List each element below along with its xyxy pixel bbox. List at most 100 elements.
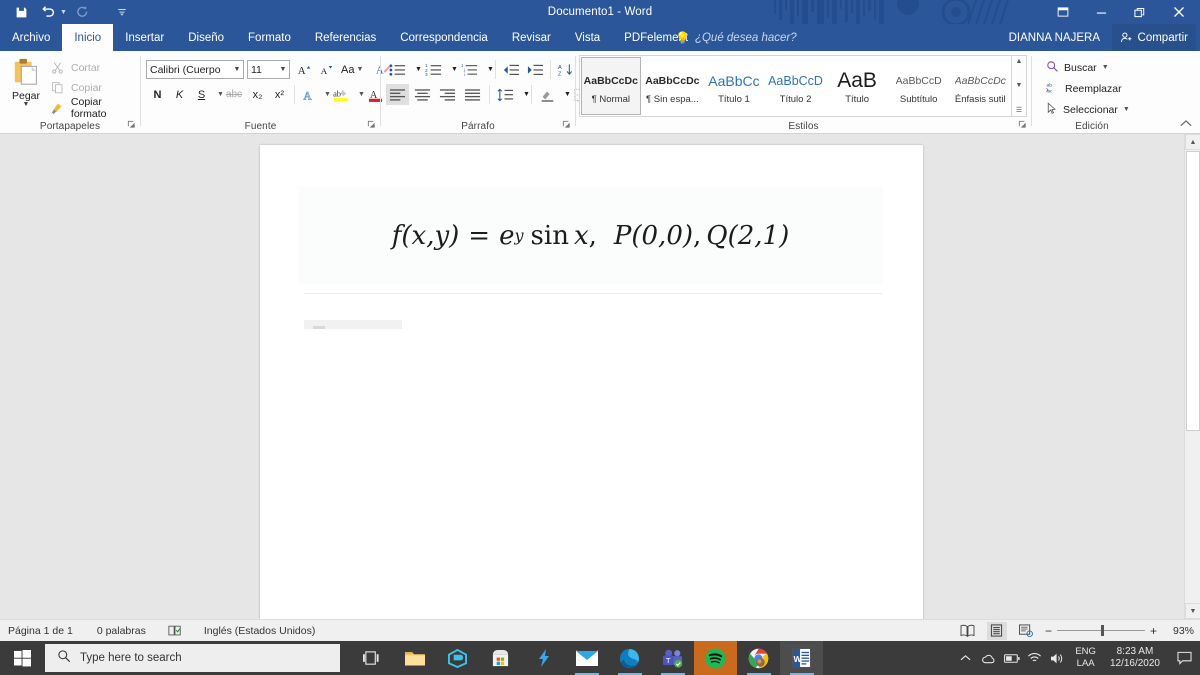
gallery-more-icon[interactable]: ☰ [1016,106,1022,114]
bullets-button[interactable] [386,59,408,80]
pasted-equation-image[interactable]: f(x,y) = ey sin x, P(0,0), Q(2,1) [298,187,883,284]
scroll-thumb[interactable] [1186,151,1200,431]
increase-indent-button[interactable] [524,59,546,80]
copy-button[interactable]: Copiar [50,79,102,96]
search-input[interactable]: Type here to search [45,644,340,672]
tab-correspondencia[interactable]: Correspondencia [388,24,500,51]
tab-diseno[interactable]: Diseño [176,24,236,51]
tab-inicio[interactable]: Inicio [62,24,114,51]
line-spacing-button[interactable] [494,84,516,105]
align-left-button[interactable] [386,84,409,105]
align-right-button[interactable] [436,84,459,105]
style-normal[interactable]: AaBbCcDc ¶ Normal [581,57,641,115]
google-chrome-icon[interactable] [737,641,780,675]
task-view-icon[interactable] [350,641,393,675]
mail-icon[interactable] [565,641,608,675]
minimize-icon[interactable] [1082,0,1120,24]
clipboard-dialog-launcher[interactable] [127,120,136,131]
underline-button[interactable]: S [191,84,212,105]
strikethrough-button[interactable]: abc [223,84,245,105]
document-canvas[interactable]: f(x,y) = ey sin x, P(0,0), Q(2,1) [0,134,1200,619]
zoom-thumb[interactable] [1100,625,1104,636]
format-painter-button[interactable]: Copiar formato [50,96,140,120]
vertical-scrollbar[interactable]: ▲ ▼ [1184,134,1200,619]
font-size-caret-icon[interactable]: ▼ [277,66,289,73]
save-icon[interactable] [8,1,34,23]
account-name[interactable]: DIANNA NAJERA [1009,24,1100,51]
wifi-icon[interactable] [1023,641,1046,675]
align-center-button[interactable] [411,84,434,105]
tell-me-box[interactable]: 💡 ¿Qué desea hacer? [675,24,797,51]
clock[interactable]: 8:23 AM 12/16/2020 [1102,646,1168,670]
web-layout-button[interactable] [1016,622,1036,640]
style-titulo[interactable]: AaB Título [827,57,887,115]
spotify-icon[interactable] [694,641,737,675]
gallery-scroll-down-icon[interactable]: ▼ [1016,82,1023,89]
bold-button[interactable]: N [147,84,168,105]
select-caret-icon[interactable]: ▼ [1123,106,1130,113]
customize-qat-icon[interactable] [109,1,135,23]
font-family-caret-icon[interactable]: ▼ [231,66,243,73]
italic-button[interactable]: K [169,84,190,105]
zoom-level[interactable]: 93% [1166,625,1194,637]
tab-insertar[interactable]: Insertar [113,24,176,51]
subscript-button[interactable]: x₂ [247,84,268,105]
file-explorer-icon[interactable] [393,641,436,675]
scroll-down-icon[interactable]: ▼ [1185,603,1200,619]
shrink-font-button[interactable]: A [316,59,337,80]
multilevel-list-caret-icon[interactable]: ▼ [480,59,501,80]
microsoft-teams-icon[interactable]: T [651,641,694,675]
decrease-indent-button[interactable] [500,59,522,80]
select-button[interactable]: Seleccionar ▼ [1046,100,1130,119]
volume-icon[interactable] [1046,641,1069,675]
shading-button[interactable] [536,84,557,105]
change-case-button[interactable]: Aa ▼ [341,59,363,80]
zoom-slider[interactable]: − + [1045,624,1157,638]
action-center-icon[interactable] [1168,641,1200,675]
zoom-in-button[interactable]: + [1150,624,1157,638]
style-subtitulo[interactable]: AaBbCcD Subtítulo [889,57,949,115]
tab-archivo[interactable]: Archivo [0,24,62,51]
style-enfasis-sutil[interactable]: AaBbCcDc Énfasis sutil [950,57,1010,115]
cut-button[interactable]: Cortar [50,59,100,76]
redo-icon[interactable] [69,1,95,23]
share-button[interactable]: Compartir [1111,24,1196,51]
text-highlight-button[interactable]: ab [331,84,352,105]
tab-formato[interactable]: Formato [236,24,303,51]
font-family-combo[interactable]: Calibri (Cuerpo ▼ [146,60,244,79]
style-sin-espaciado[interactable]: AaBbCcDc ¶ Sin espa... [643,57,703,115]
find-button[interactable]: Buscar ▼ [1046,58,1109,77]
numbering-button[interactable]: 123 [422,59,444,80]
onedrive-icon[interactable] [977,641,1000,675]
styles-dialog-launcher[interactable] [1018,120,1027,131]
read-mode-button[interactable] [958,622,978,640]
microsoft-edge-icon[interactable] [608,641,651,675]
print-layout-button[interactable] [986,621,1007,640]
paste-button[interactable]: Pegar ▼ [6,55,46,117]
undo-icon[interactable] [36,1,62,23]
undo-dropdown-caret[interactable]: ▼ [60,9,67,16]
epic-games-icon[interactable] [522,641,565,675]
paste-dropdown-caret[interactable]: ▼ [23,101,30,108]
styles-gallery-scroll[interactable]: ▲ ▼ ☰ [1012,55,1027,117]
ribbon-display-options-icon[interactable] [1044,0,1082,24]
tab-vista[interactable]: Vista [563,24,612,51]
superscript-button[interactable]: x² [269,84,290,105]
scroll-up-icon[interactable]: ▲ [1185,134,1200,150]
language-indicator[interactable]: ENG LAA [1069,646,1102,670]
zoom-track[interactable] [1056,625,1145,636]
font-size-combo[interactable]: 11 ▼ [247,60,290,79]
change-case-caret-icon[interactable]: ▼ [356,66,363,73]
windows-start-icon[interactable] [0,641,45,675]
multilevel-list-button[interactable]: 1ii [458,59,480,80]
tab-revisar[interactable]: Revisar [500,24,563,51]
style-titulo-1[interactable]: AaBbCс Título 1 [704,57,764,115]
replace-button[interactable]: ab ac Reemplazar [1046,79,1122,98]
style-titulo-2[interactable]: AaBbCcD Título 2 [766,57,826,115]
close-icon[interactable] [1158,0,1200,24]
3d-viewer-icon[interactable] [436,641,479,675]
word-count[interactable]: 0 palabras [97,625,146,637]
zoom-out-button[interactable]: − [1045,624,1052,638]
language-label[interactable]: Inglés (Estados Unidos) [204,625,315,637]
chevron-up-icon[interactable] [954,641,977,675]
